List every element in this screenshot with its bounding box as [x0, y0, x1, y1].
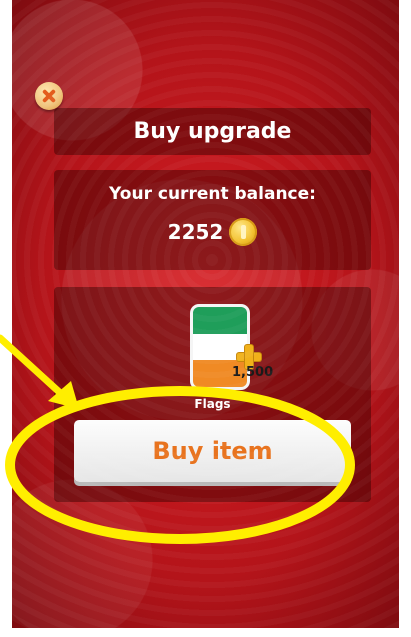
game-screen: Buy upgrade Your current balance: 2252 1…	[12, 0, 399, 628]
item-panel: 1,500 Flags Buy item	[54, 287, 371, 502]
title-bar: Buy upgrade	[54, 108, 371, 155]
balance-panel: Your current balance: 2252	[54, 170, 371, 270]
dialog-title: Buy upgrade	[133, 119, 292, 144]
balance-label: Your current balance:	[109, 184, 316, 204]
balance-value: 2252	[167, 220, 224, 244]
coin-icon	[229, 218, 258, 246]
item-name: Flags	[194, 397, 231, 411]
close-icon[interactable]	[35, 82, 63, 110]
buy-item-button[interactable]: Buy item	[74, 420, 351, 482]
buy-item-label: Buy item	[152, 437, 273, 465]
balance-row: 2252	[54, 218, 371, 246]
flag-stripe	[193, 307, 247, 334]
item-price: 1,500	[232, 365, 274, 380]
